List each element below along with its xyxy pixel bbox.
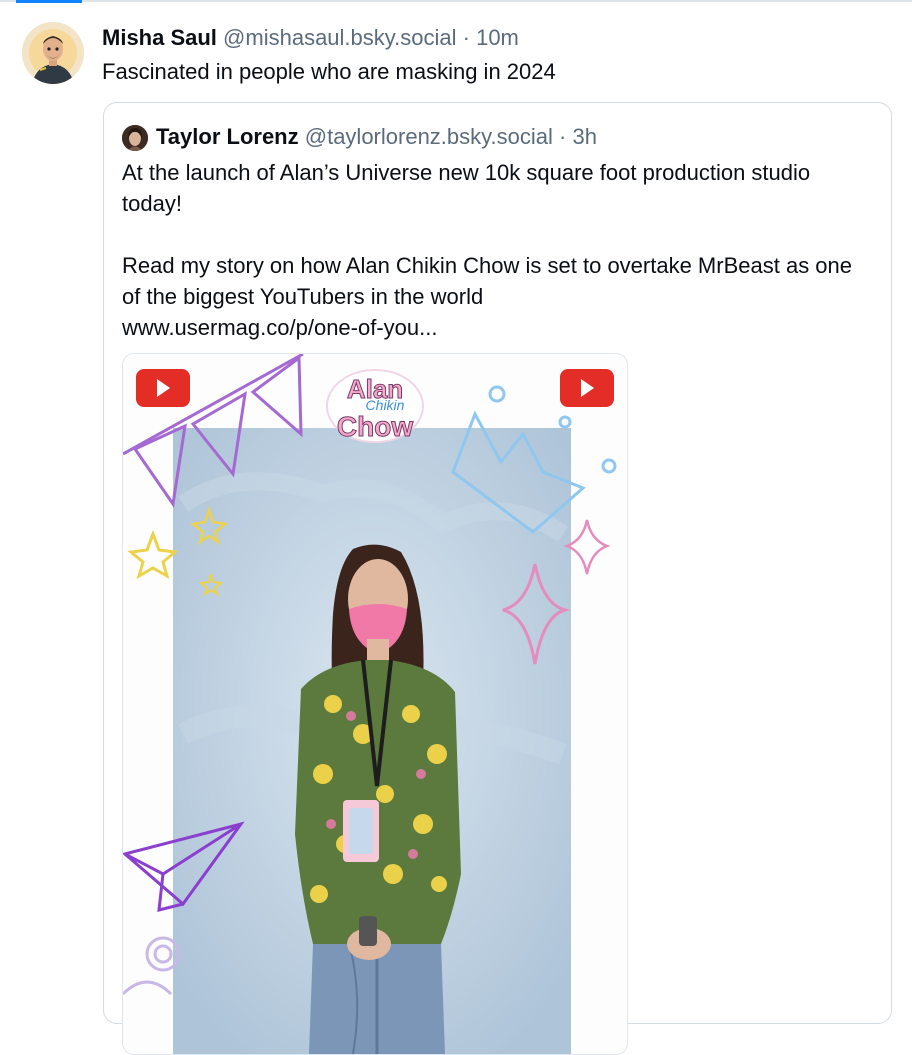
- quote-author-handle[interactable]: @taylorlorenz.bsky.social: [305, 124, 553, 149]
- post-time[interactable]: 10m: [476, 25, 519, 50]
- article-link[interactable]: www.usermag.co/p/one-of-you...: [122, 315, 437, 340]
- alan-chikin-chow-logo: Alan Chikin Chow: [326, 369, 424, 443]
- quote-separator-dot: ·: [559, 124, 567, 149]
- youtube-icon: [136, 369, 190, 407]
- quote-text-paragraph-2: Read my story on how Alan Chikin Chow is…: [122, 253, 853, 309]
- quote-header: Taylor Lorenz @taylorlorenz.bsky.social …: [156, 123, 597, 151]
- author-name[interactable]: Misha Saul: [102, 25, 217, 50]
- quote-author-name[interactable]: Taylor Lorenz: [156, 124, 299, 149]
- avatar[interactable]: [22, 22, 84, 84]
- quote-text: At the launch of Alan’s Universe new 10k…: [122, 157, 867, 343]
- quote-avatar-illustration: [122, 125, 148, 151]
- youtube-icon: [560, 369, 614, 407]
- quote-text-paragraph-1: At the launch of Alan’s Universe new 10k…: [122, 160, 811, 216]
- photo-illustration: Alan Chikin Chow: [123, 354, 627, 1054]
- top-divider: [0, 0, 912, 2]
- separator-dot: ·: [462, 25, 470, 50]
- author-handle[interactable]: @mishasaul.bsky.social: [223, 25, 456, 50]
- quote-time[interactable]: 3h: [572, 124, 596, 149]
- avatar-illustration: [22, 22, 84, 84]
- quote-avatar: [122, 125, 148, 151]
- active-tab-indicator: [16, 0, 82, 3]
- post-text: Fascinated in people who are masking in …: [102, 59, 556, 84]
- quote-post-card[interactable]: Taylor Lorenz @taylorlorenz.bsky.social …: [103, 102, 892, 1055]
- post-header: Misha Saul @mishasaul.bsky.social · 10m: [102, 24, 519, 52]
- post-image[interactable]: Alan Chikin Chow: [122, 353, 628, 1055]
- logo-line-3: Chow: [337, 411, 413, 442]
